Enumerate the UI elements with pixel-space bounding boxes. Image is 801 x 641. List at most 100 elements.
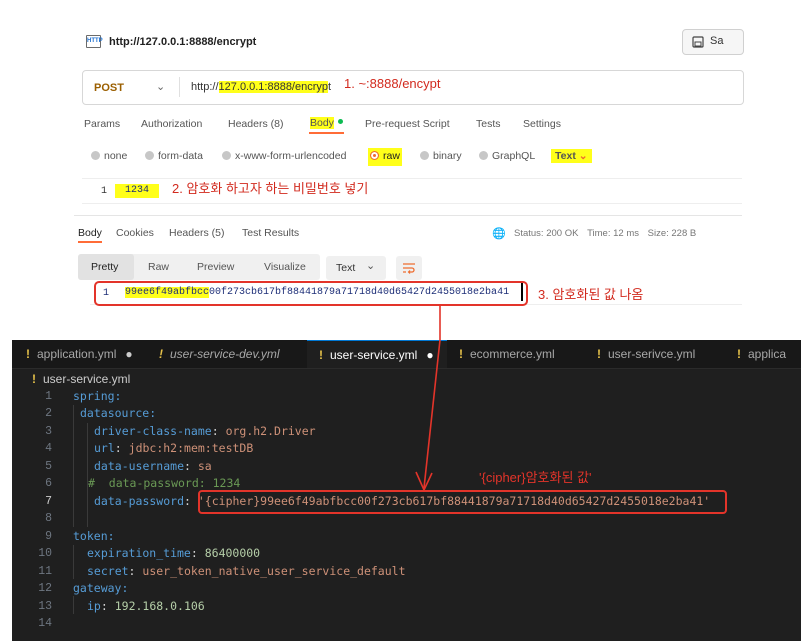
raw-type-select[interactable]: Text ⌄ (551, 149, 592, 163)
wrap-lines-button[interactable] (396, 256, 422, 280)
tab-label: user-serivce.yml (608, 347, 696, 361)
radio-binary[interactable]: binary (420, 150, 462, 162)
radio-form-data[interactable]: form-data (145, 150, 203, 162)
code-line[interactable]: driver-class-name: org.h2.Driver (94, 424, 316, 438)
breadcrumb[interactable]: ! user-service.yml (32, 372, 130, 386)
url-highlight: 127.0.0.1:8888/encryp (218, 81, 329, 93)
editor-tab-ecommerce[interactable]: ! ecommerce.yml (447, 340, 585, 368)
url-prefix: http:// (191, 81, 219, 93)
editor-tab-user-serivce[interactable]: ! user-serivce.yml (585, 340, 725, 368)
yaml-value: user_token_native_user_service_default (142, 564, 406, 578)
status-text: Status: 200 OK (514, 228, 579, 239)
radio-graphql-label: GraphQL (492, 150, 536, 162)
tab-headers[interactable]: Headers (8) (228, 118, 283, 130)
yaml-key: secret (87, 564, 129, 578)
modified-dot-icon: ● (426, 348, 434, 362)
postman-panel: HTTP http://127.0.0.1:8888/encrypt Sa PO… (0, 0, 801, 320)
active-tab-indicator (78, 241, 102, 243)
radio-graphql[interactable]: GraphQL (479, 150, 535, 162)
indent-guide (73, 405, 74, 527)
wrap-icon (403, 263, 415, 274)
line-number: 1 (101, 186, 108, 197)
view-tab-raw[interactable]: Raw (148, 261, 169, 273)
tab-body[interactable]: Body (309, 117, 344, 134)
url-suffix: t (328, 81, 332, 93)
radio-icon (479, 151, 488, 160)
response-type-label: Text (336, 262, 356, 274)
editor-tab-application[interactable]: ! application.yml ● (12, 340, 147, 368)
resp-tab-test-results[interactable]: Test Results (242, 227, 299, 239)
line-number: 8 (45, 512, 52, 525)
view-tab-visualize[interactable]: Visualize (264, 261, 306, 273)
radio-icon (91, 151, 100, 160)
radio-raw-label: raw (383, 150, 400, 162)
line-number: 1 (103, 288, 110, 299)
line-number: 14 (38, 617, 52, 630)
http-request-icon: HTTP (86, 35, 103, 48)
text-cursor (521, 283, 523, 301)
resp-tab-body[interactable]: Body (78, 227, 102, 239)
radio-selected-icon (370, 151, 379, 160)
view-tab-pretty[interactable]: Pretty (91, 261, 118, 273)
tab-tests[interactable]: Tests (476, 118, 501, 130)
tab-label: user-service-dev.yml (170, 347, 280, 361)
radio-urlencoded-label: x-www-form-urlencoded (235, 150, 347, 162)
tab-pre-request-script[interactable]: Pre-request Script (365, 118, 450, 130)
code-line[interactable]: token: (73, 529, 115, 543)
yaml-key: data-username (94, 459, 185, 473)
divider (179, 77, 180, 97)
yaml-key: data-password (94, 494, 185, 508)
editor-tab-applica[interactable]: ! applica (725, 340, 801, 368)
tab-authorization[interactable]: Authorization (141, 118, 202, 130)
resp-tab-headers[interactable]: Headers (5) (169, 227, 224, 239)
chevron-down-icon[interactable]: ⌄ (156, 80, 165, 93)
method-select[interactable]: POST (94, 82, 124, 94)
yaml-value: jdbc:h2:mem:testDB (128, 441, 254, 455)
radio-raw[interactable]: raw (368, 148, 402, 166)
code-line[interactable]: datasource: (80, 406, 156, 420)
save-button[interactable]: Sa (682, 29, 744, 55)
editor-tab-user-service-dev[interactable]: ! user-service-dev.yml (147, 340, 307, 368)
annotation-2: 2. 암호화 하고자 하는 비밀번호 넣기 (172, 181, 369, 196)
line-number: 12 (38, 582, 52, 595)
yaml-key: spring: (73, 389, 122, 403)
line-number: 13 (38, 600, 52, 613)
line-number: 6 (45, 477, 52, 490)
code-line[interactable]: expiration_time: 86400000 (87, 546, 260, 560)
tab-label: applica (748, 347, 787, 361)
code-comment[interactable]: # data-password: 1234 (88, 476, 240, 490)
cipher-highlight-box (198, 490, 727, 514)
annotation-1: 1. ~:8888/encypt (344, 76, 441, 91)
view-tab-preview[interactable]: Preview (197, 261, 234, 273)
tab-settings[interactable]: Settings (523, 118, 561, 130)
radio-icon (145, 151, 154, 160)
view-tabs: Pretty Raw Preview Visualize (78, 254, 320, 280)
tab-params[interactable]: Params (84, 118, 120, 130)
code-line[interactable]: gateway: (73, 581, 128, 595)
request-title: http://127.0.0.1:8888/encrypt (109, 36, 257, 48)
radio-none[interactable]: none (91, 150, 127, 162)
yaml-value: 192.168.0.106 (114, 599, 205, 613)
editor-tab-user-service[interactable]: ! user-service.yml ● (307, 340, 447, 368)
code-line[interactable]: ip: 192.168.0.106 (87, 599, 205, 613)
yaml-key: driver-class-name (94, 424, 212, 438)
resp-tab-cookies[interactable]: Cookies (116, 227, 154, 239)
code-line[interactable]: spring: (73, 389, 121, 403)
divider (74, 215, 742, 216)
indent-guide (73, 596, 74, 614)
code-line[interactable]: url: jdbc:h2:mem:testDB (94, 441, 253, 455)
code-line[interactable]: data-username: sa (94, 459, 212, 473)
globe-icon[interactable]: 🌐 (492, 227, 506, 240)
indent-guide (73, 545, 74, 579)
response-type-select[interactable]: Text ⌄ (326, 256, 386, 280)
yaml-key: expiration_time (87, 546, 191, 560)
url-input[interactable]: http://127.0.0.1:8888/encrypt (191, 81, 331, 93)
line-number: 1 (45, 390, 52, 403)
code-line[interactable]: secret: user_token_native_user_service_d… (87, 564, 406, 578)
radio-none-label: none (104, 150, 128, 162)
line-number: 4 (45, 442, 52, 455)
size-text: Size: 228 B (647, 228, 697, 239)
yaml-value: sa (197, 459, 212, 473)
yaml-icon: ! (459, 347, 463, 361)
radio-urlencoded[interactable]: x-www-form-urlencoded (222, 150, 346, 162)
